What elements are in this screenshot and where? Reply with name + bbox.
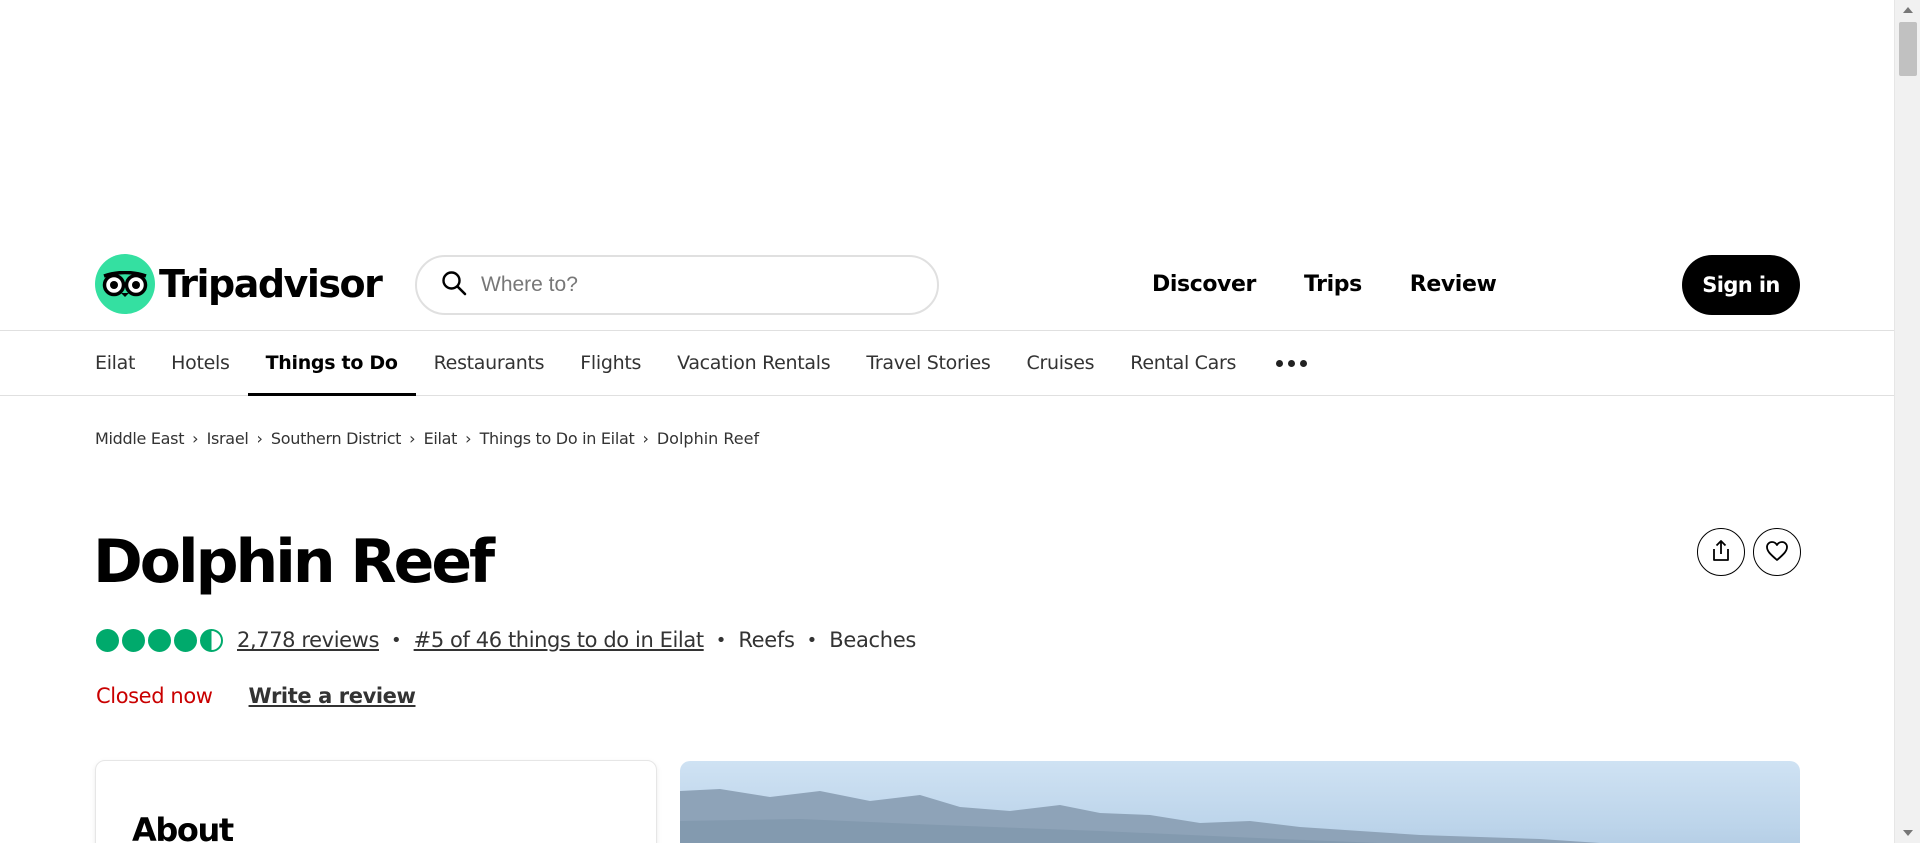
- breadcrumb-item[interactable]: Eilat: [424, 429, 458, 448]
- breadcrumb-item[interactable]: Southern District: [271, 429, 402, 448]
- title-actions: [1697, 528, 1801, 576]
- scrollbar-thumb[interactable]: [1899, 22, 1917, 76]
- search-icon: [441, 270, 467, 301]
- rating-bubbles: [96, 628, 223, 652]
- separator-dot: •: [715, 629, 727, 651]
- chevron-right-icon: ›: [409, 429, 416, 448]
- separator-dot: •: [806, 629, 818, 651]
- status-row: Closed now Write a review: [96, 684, 416, 708]
- search-box[interactable]: [415, 255, 939, 315]
- logo-wordmark: Tripadvisor: [159, 262, 383, 306]
- owl-logo-icon: [95, 254, 155, 314]
- top-nav: Discover Trips Review: [1128, 264, 1520, 305]
- sub-nav: Eilat Hotels Things to Do Restaurants Fl…: [0, 330, 1894, 396]
- page-title: Dolphin Reef: [93, 527, 495, 597]
- category-tag: Beaches: [829, 628, 917, 652]
- reviews-link[interactable]: 2,778 reviews: [237, 628, 379, 652]
- share-button[interactable]: [1697, 528, 1745, 576]
- mountain-silhouette: [680, 789, 1600, 843]
- subnav-item-hotels[interactable]: Hotels: [171, 331, 230, 395]
- chevron-right-icon: ›: [192, 429, 199, 448]
- vertical-scrollbar[interactable]: [1894, 0, 1920, 843]
- rating-bubble-full: [96, 628, 119, 652]
- search-input[interactable]: [481, 273, 861, 297]
- breadcrumb-item[interactable]: Things to Do in Eilat: [480, 429, 635, 448]
- subnav-item-things-to-do[interactable]: Things to Do: [247, 331, 416, 396]
- subnav-item-vacation-rentals[interactable]: Vacation Rentals: [677, 331, 831, 395]
- more-options-icon[interactable]: [1276, 331, 1308, 395]
- chevron-right-icon: ›: [465, 429, 472, 448]
- subnav-item-eilat[interactable]: Eilat: [95, 331, 135, 395]
- rating-row: 2,778 reviews • #5 of 46 things to do in…: [96, 628, 916, 652]
- hero-photo[interactable]: [680, 761, 1800, 843]
- page: Tripadvisor Discover Trips Review Sign i…: [0, 0, 1894, 843]
- subnav-item-cruises[interactable]: Cruises: [1026, 331, 1094, 395]
- subnav-item-travel-stories[interactable]: Travel Stories: [866, 331, 990, 395]
- about-card: About: [95, 760, 657, 843]
- about-heading: About: [132, 811, 234, 843]
- breadcrumb-current: Dolphin Reef: [656, 429, 760, 448]
- site-header: Tripadvisor Discover Trips Review Sign i…: [0, 242, 1894, 330]
- write-review-link[interactable]: Write a review: [249, 684, 416, 708]
- save-button[interactable]: [1753, 528, 1801, 576]
- rating-bubble-full: [174, 628, 197, 652]
- tripadvisor-logo[interactable]: Tripadvisor: [95, 254, 383, 314]
- rating-bubble-full: [148, 628, 171, 652]
- nav-discover[interactable]: Discover: [1128, 264, 1280, 305]
- nav-review[interactable]: Review: [1386, 264, 1521, 305]
- rating-bubble-full: [122, 628, 145, 652]
- subnav-item-rental-cars[interactable]: Rental Cars: [1130, 331, 1236, 395]
- separator-dot: •: [391, 629, 402, 651]
- chevron-right-icon: ›: [642, 429, 649, 448]
- open-status: Closed now: [96, 684, 213, 708]
- share-icon: [1710, 539, 1732, 566]
- subnav-item-restaurants[interactable]: Restaurants: [434, 331, 545, 395]
- heart-icon: [1765, 540, 1789, 565]
- breadcrumb: Middle East › Israel › Southern District…: [95, 429, 759, 448]
- nav-trips[interactable]: Trips: [1280, 264, 1386, 305]
- breadcrumb-item[interactable]: Middle East: [95, 429, 184, 448]
- subnav-item-flights[interactable]: Flights: [580, 331, 641, 395]
- category-tag: Reefs: [738, 628, 795, 652]
- chevron-right-icon: ›: [256, 429, 263, 448]
- scroll-up-arrow-icon[interactable]: [1895, 0, 1920, 20]
- rank-link[interactable]: #5 of 46 things to do in Eilat: [414, 628, 704, 652]
- sign-in-button[interactable]: Sign in: [1682, 255, 1800, 315]
- rating-bubble-half: [200, 628, 223, 652]
- breadcrumb-item[interactable]: Israel: [207, 429, 249, 448]
- scroll-down-arrow-icon[interactable]: [1895, 823, 1920, 843]
